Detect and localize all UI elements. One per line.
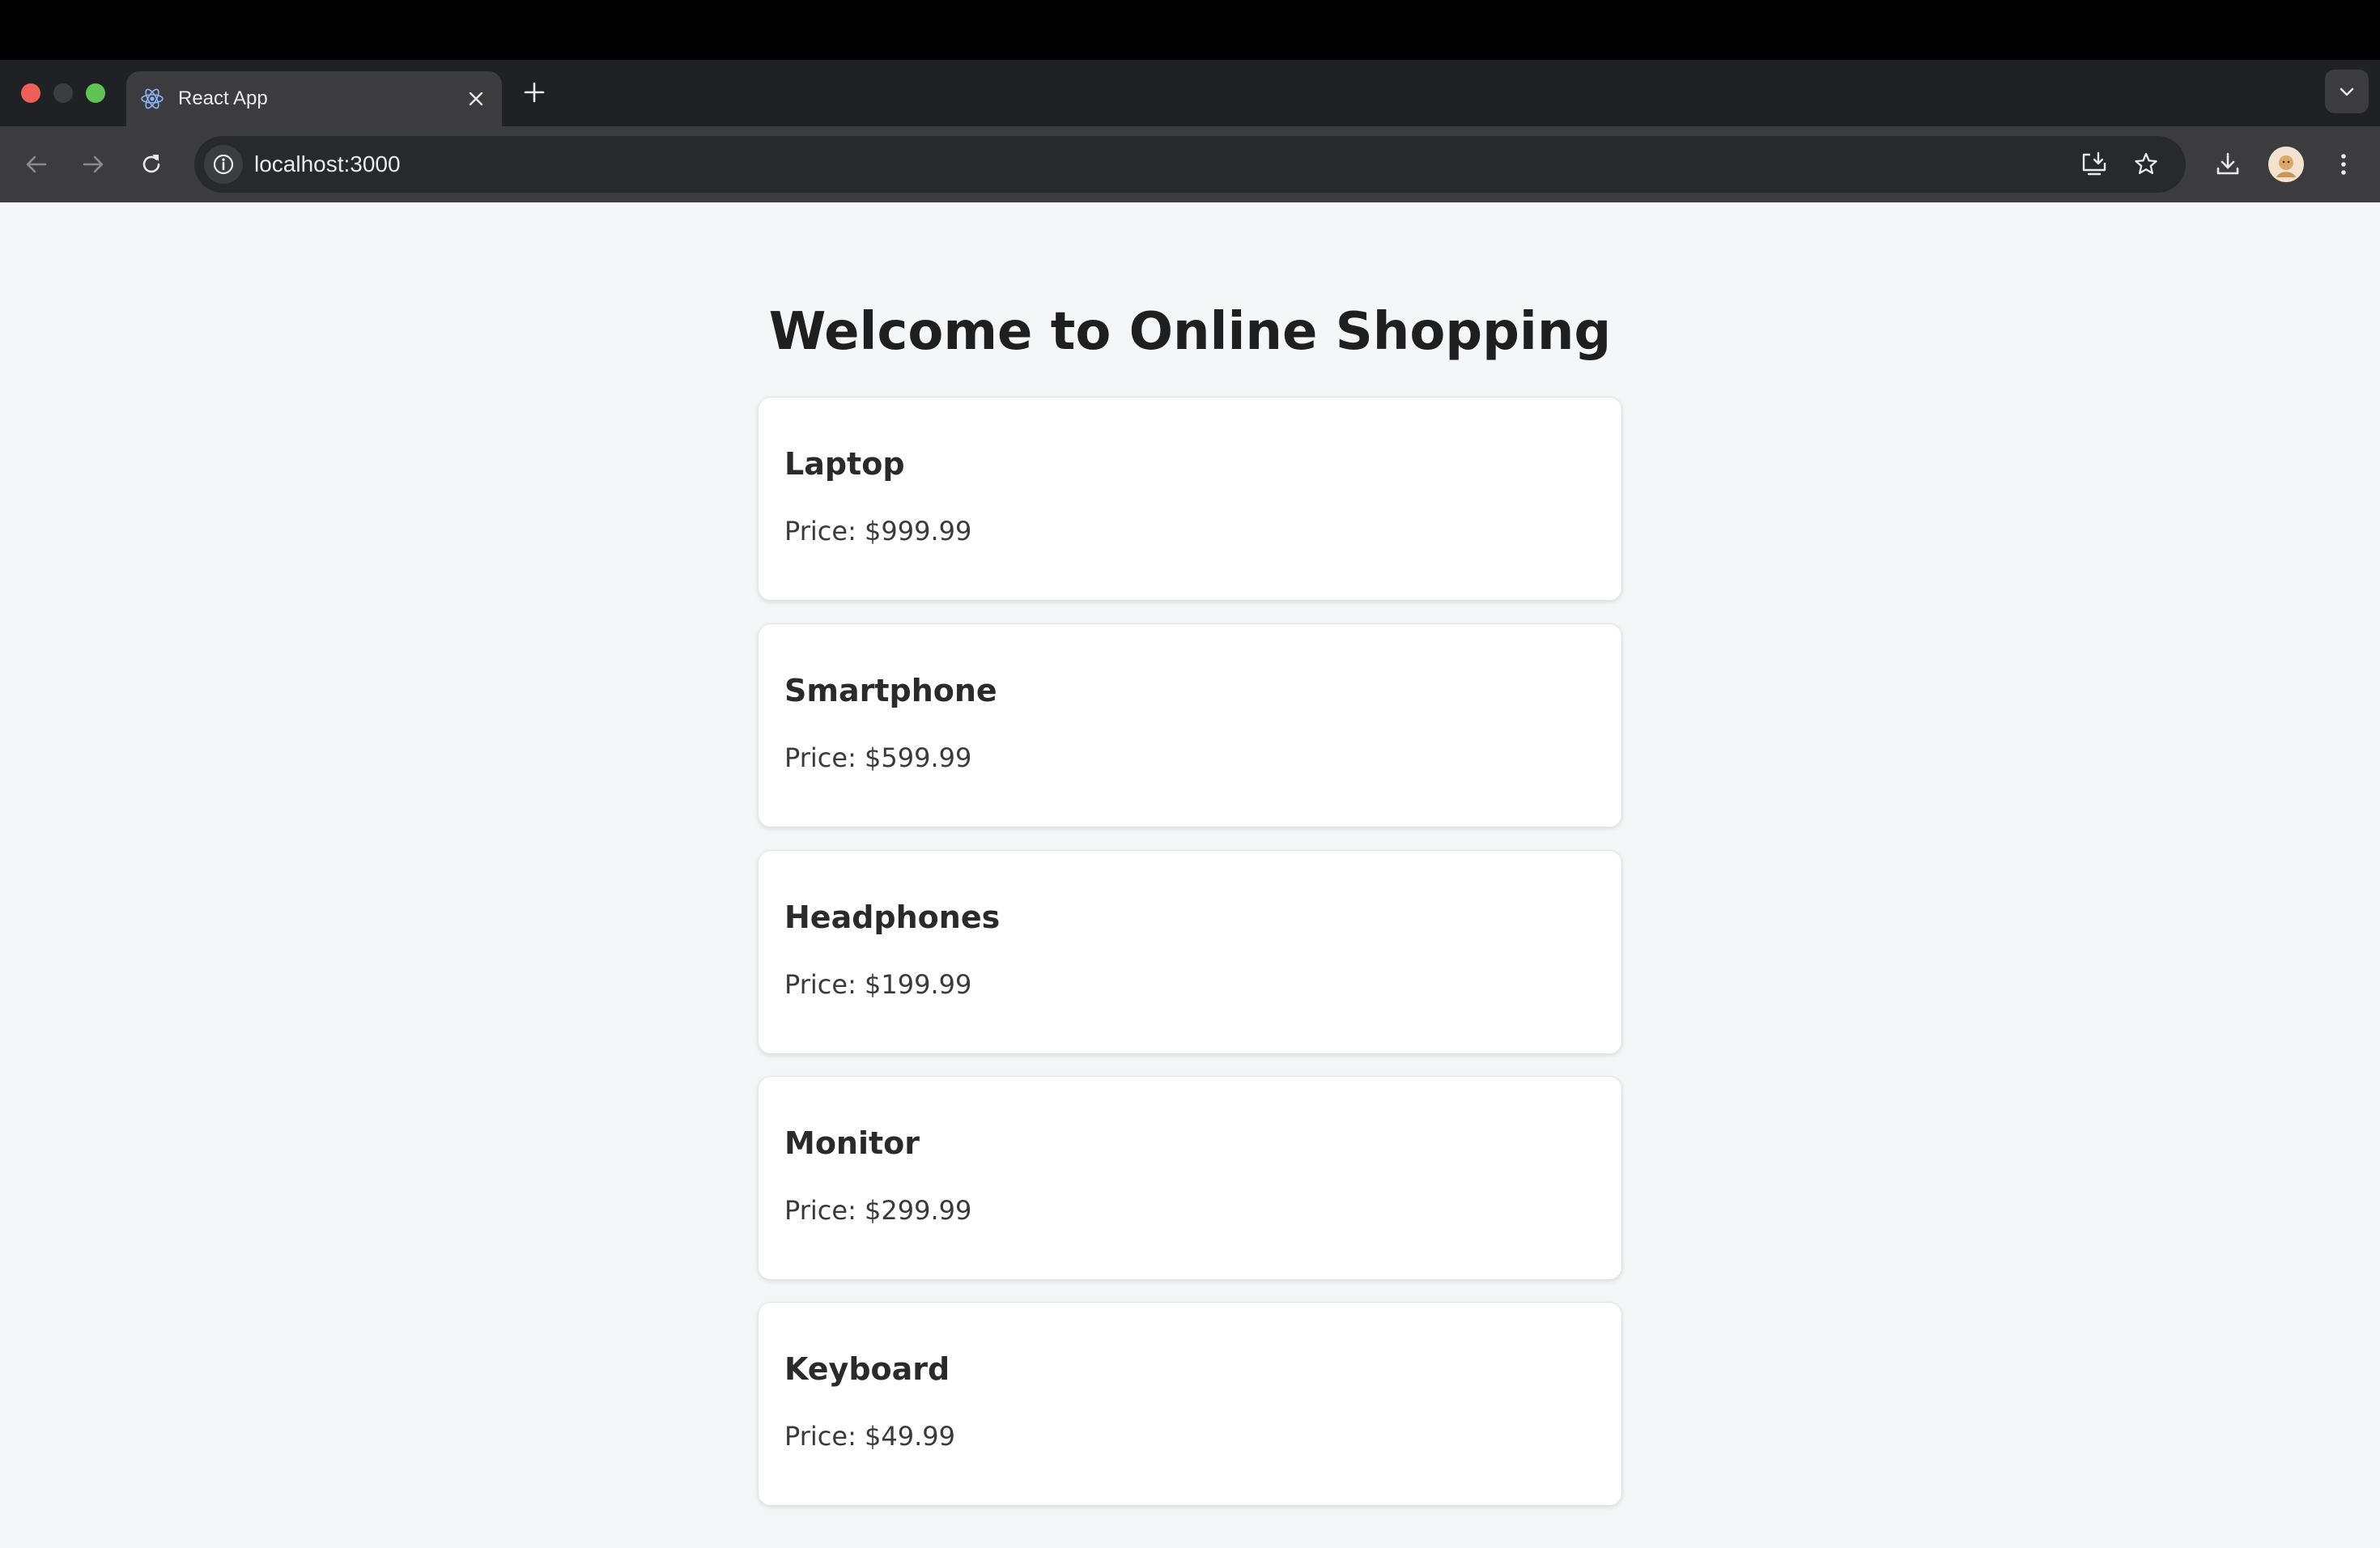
reload-button[interactable] — [131, 144, 172, 185]
tab-react-app[interactable]: React App — [126, 71, 502, 126]
product-card: Headphones Price: $199.99 — [758, 850, 1622, 1054]
close-tab-button[interactable] — [461, 84, 491, 113]
info-icon — [213, 154, 234, 175]
arrow-right-icon — [83, 155, 104, 173]
plus-icon — [524, 82, 545, 103]
close-icon — [469, 91, 483, 106]
product-name: Headphones — [784, 899, 1001, 935]
product-price: Price: $599.99 — [784, 742, 972, 773]
install-app-icon — [2082, 151, 2106, 176]
menu-bar — [0, 0, 2380, 60]
downloads-button[interactable] — [2208, 144, 2248, 185]
product-name: Laptop — [784, 446, 905, 482]
address-bar[interactable]: localhost:3000 — [194, 136, 2186, 193]
maximize-window-button[interactable] — [86, 83, 105, 103]
product-price: Price: $299.99 — [784, 1195, 972, 1226]
site-info-button[interactable] — [204, 145, 243, 184]
product-name: Smartphone — [784, 673, 997, 708]
bookmark-button[interactable] — [2126, 144, 2166, 185]
browser-toolbar: localhost:3000 — [0, 126, 2380, 202]
react-logo-icon — [139, 86, 165, 112]
minimize-window-button[interactable] — [53, 83, 73, 103]
profile-avatar-icon — [2268, 147, 2304, 182]
product-price: Price: $49.99 — [784, 1421, 955, 1452]
product-card: Monitor Price: $299.99 — [758, 1076, 1622, 1280]
close-window-button[interactable] — [21, 83, 40, 103]
url-text[interactable]: localhost:3000 — [254, 136, 401, 193]
star-icon — [2135, 152, 2157, 175]
arrow-left-icon — [26, 155, 47, 173]
product-card: Laptop Price: $999.99 — [758, 397, 1622, 601]
product-card: Smartphone Price: $599.99 — [758, 623, 1622, 827]
product-card: Keyboard Price: $49.99 — [758, 1302, 1622, 1506]
product-name: Monitor — [784, 1125, 920, 1161]
tab-search-button[interactable] — [2325, 70, 2369, 113]
profile-avatar[interactable] — [2268, 147, 2304, 182]
reload-icon — [142, 155, 160, 173]
kebab-menu-icon — [2341, 154, 2346, 175]
forward-button[interactable] — [73, 144, 113, 185]
chevron-down-icon — [2340, 87, 2354, 96]
page-content: Welcome to Online Shopping Laptop Price:… — [0, 202, 2380, 1548]
install-app-button[interactable] — [2074, 144, 2114, 185]
product-name: Keyboard — [784, 1351, 950, 1387]
download-icon — [2216, 152, 2239, 175]
product-price: Price: $999.99 — [784, 516, 972, 546]
product-price: Price: $199.99 — [784, 969, 972, 1000]
back-button[interactable] — [16, 144, 57, 185]
new-tab-button[interactable] — [518, 74, 550, 110]
tab-title: React App — [178, 87, 268, 109]
page-title: Welcome to Online Shopping — [768, 302, 1612, 362]
browser-menu-button[interactable] — [2323, 144, 2364, 185]
